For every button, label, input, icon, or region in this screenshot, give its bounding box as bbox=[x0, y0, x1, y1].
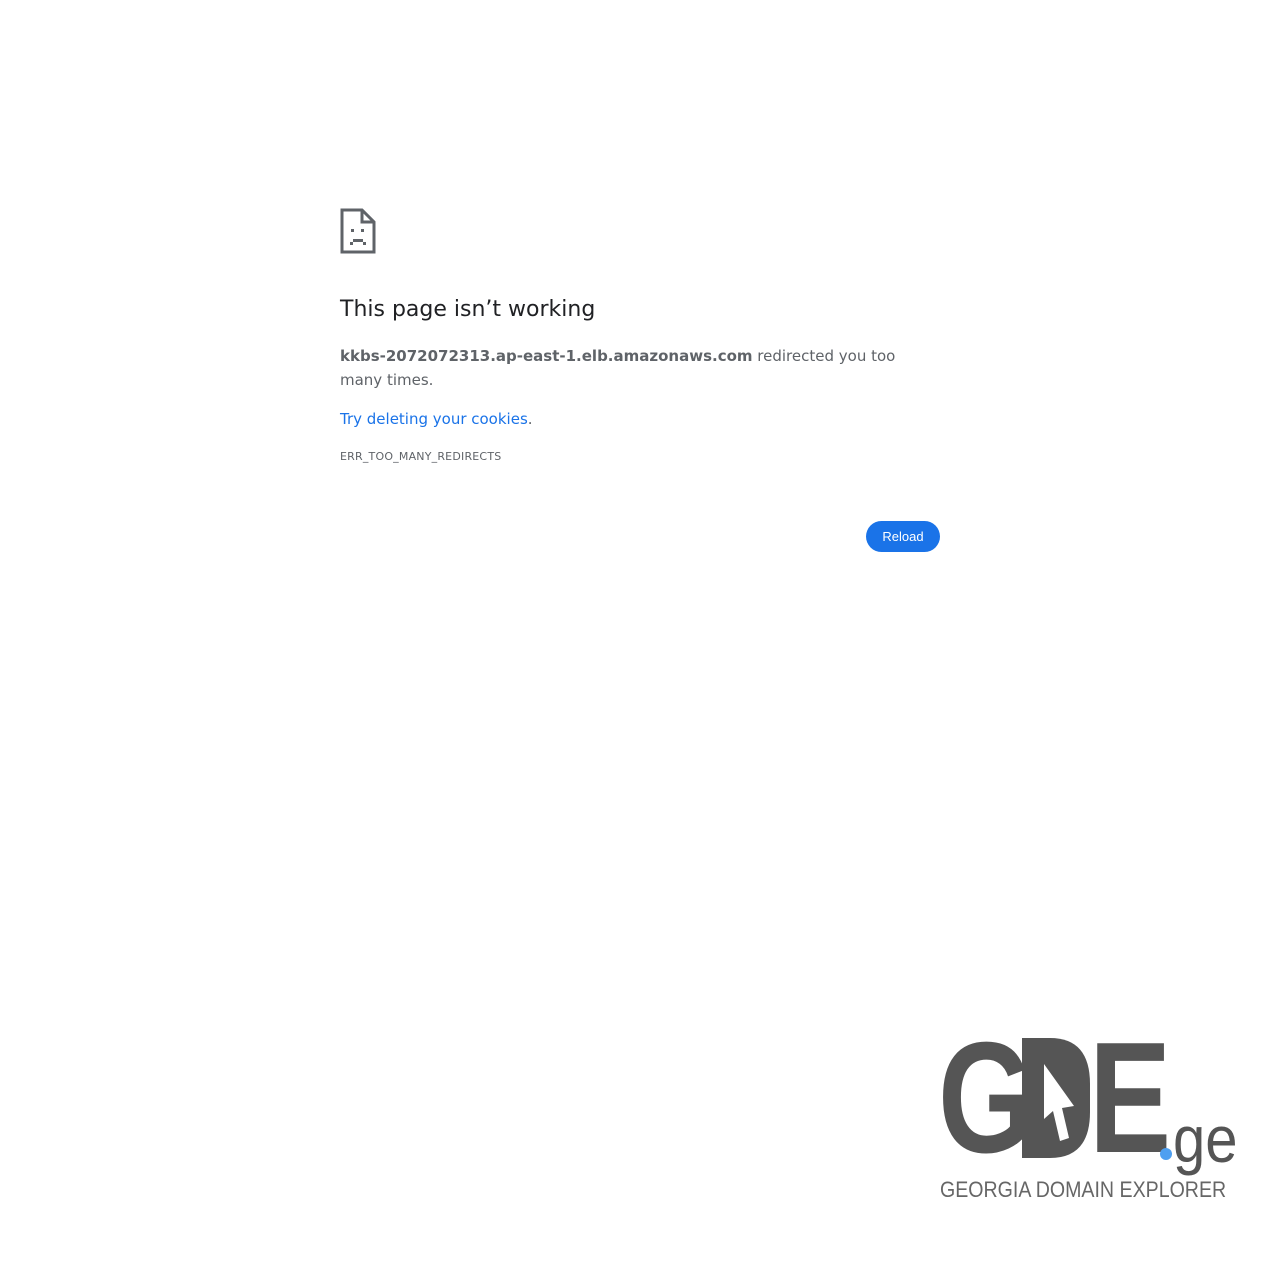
logo-letter-g: G bbox=[938, 1010, 1034, 1186]
suggestion: Try deleting your cookies. bbox=[340, 407, 533, 431]
error-code: ERR_TOO_MANY_REDIRECTS bbox=[340, 450, 502, 463]
logo-dot bbox=[1160, 1148, 1172, 1160]
gde-logo: G D E ge GEORGIA DOMAIN EXPLORER bbox=[938, 1010, 1238, 1204]
suggestion-suffix: . bbox=[527, 410, 533, 428]
logo-tagline: GEORGIA DOMAIN EXPLORER bbox=[940, 1177, 1227, 1202]
sad-document-icon bbox=[340, 208, 376, 254]
logo-letter-d: D bbox=[1022, 1038, 1090, 1158]
logo-tld: ge bbox=[1173, 1102, 1238, 1176]
error-host: kkbs-2072072313.ap-east-1.elb.amazonaws.… bbox=[340, 347, 753, 365]
page-title: This page isn’t working bbox=[340, 297, 596, 322]
reload-button[interactable]: Reload bbox=[866, 521, 940, 552]
delete-cookies-link[interactable]: Try deleting your cookies bbox=[340, 410, 528, 428]
error-description: kkbs-2072072313.ap-east-1.elb.amazonaws.… bbox=[340, 344, 920, 392]
logo-letter-e: E bbox=[1089, 1010, 1172, 1186]
